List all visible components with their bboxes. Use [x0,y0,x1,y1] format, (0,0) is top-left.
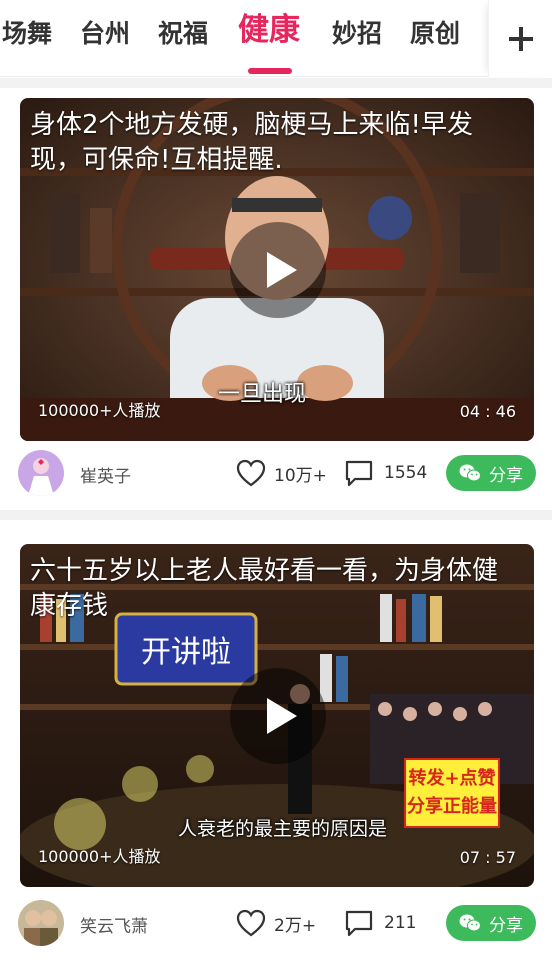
card-meta-bar: 崔英子 10万+ 1554 分享 [0,444,552,508]
comment-icon [345,910,373,937]
play-icon [267,698,297,734]
video-duration: 07 : 57 [459,848,516,867]
play-icon [267,252,297,288]
play-button[interactable] [230,668,326,764]
top-tab-bar: 场舞 台州 祝福 健康 妙招 原创 [0,0,552,77]
comment-icon [345,460,373,487]
card-divider [0,510,552,520]
share-button[interactable]: 分享 [446,905,536,941]
tab-health[interactable]: 健康 [238,10,300,50]
avatar[interactable] [18,900,64,946]
card-divider [0,78,552,88]
video-caption: 人衰老的最主要的原因是 [178,818,388,840]
comment-count: 211 [384,913,417,933]
share-label: 分享 [489,465,523,486]
heart-icon [236,459,266,487]
play-count: 100000+人播放 [38,401,161,420]
like-button[interactable]: 10万+ [236,457,327,489]
play-count: 100000+人播放 [38,847,161,866]
tab-original[interactable]: 原创 [410,14,460,54]
tab-taizhou[interactable]: 台州 [80,14,130,54]
like-count: 2万+ [274,915,317,936]
avatar[interactable] [18,450,64,496]
tab-square-dance[interactable]: 场舞 [2,14,52,54]
video-duration: 04 : 46 [459,402,516,421]
active-tab-indicator [248,68,292,74]
promo-badge-line: 分享正能量 [407,796,497,817]
heart-icon [236,909,266,937]
author-name[interactable]: 崔英子 [80,462,131,487]
tab-tips[interactable]: 妙招 [332,14,382,54]
like-button[interactable]: 2万+ [236,907,316,939]
card-meta-bar: 笑云飞萧 2万+ 211 分享 [0,894,552,958]
video-thumbnail[interactable]: 开讲啦 六十五岁以上老人最好看一看，为身体健康存钱 转发+点赞 分享正能量 人衰… [20,544,534,887]
category-tabs: 场舞 台州 祝福 健康 妙招 原创 [0,0,488,77]
like-count: 10万+ [274,465,327,486]
share-button[interactable]: 分享 [446,455,536,491]
comment-count: 1554 [384,463,428,483]
video-card: 开讲啦 六十五岁以上老人最好看一看，为身体健康存钱 转发+点赞 分享正能量 人衰… [0,510,552,951]
play-button[interactable] [230,222,326,318]
video-card: 身体2个地方发硬，脑梗马上来临!早发现，可保命!互相提醒. 一旦出现 10000… [0,78,552,510]
wechat-icon [459,914,481,932]
promo-badge: 转发+点赞 分享正能量 [404,758,500,828]
svg-text:开讲啦: 开讲啦 [141,635,231,670]
wechat-icon [459,464,481,482]
video-title[interactable]: 六十五岁以上老人最好看一看，为身体健康存钱 [30,554,520,624]
video-thumbnail[interactable]: 身体2个地方发硬，脑梗马上来临!早发现，可保命!互相提醒. 一旦出现 10000… [20,98,534,441]
video-title[interactable]: 身体2个地方发硬，脑梗马上来临!早发现，可保命!互相提醒. [30,108,520,178]
author-name[interactable]: 笑云飞萧 [80,912,148,937]
promo-badge-line: 转发+点赞 [408,768,496,789]
add-channel-button[interactable] [488,0,552,77]
comment-button[interactable]: 1554 [344,457,427,489]
plus-icon [508,26,533,51]
share-label: 分享 [489,915,523,936]
video-caption: 一旦出现 [218,382,307,407]
comment-button[interactable]: 211 [344,907,416,939]
tab-blessing[interactable]: 祝福 [158,14,208,54]
